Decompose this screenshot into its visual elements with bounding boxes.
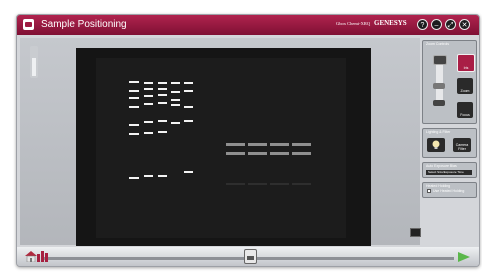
gel-band — [184, 90, 193, 92]
gel-band — [158, 102, 167, 104]
gel-band — [270, 143, 289, 146]
gel-band — [158, 82, 167, 84]
gel-band — [144, 132, 153, 134]
panel-title: Zoom Controls — [426, 42, 449, 46]
fullscreen-button[interactable] — [410, 228, 421, 237]
close-button[interactable]: ✕ — [459, 19, 470, 30]
gel-band — [171, 122, 180, 124]
gel-band — [144, 95, 153, 97]
minimize-button[interactable]: – — [431, 19, 442, 30]
light-button[interactable] — [427, 138, 445, 152]
sample-size-panel: Auto Exposure Bias Select Size/Exposure … — [422, 162, 477, 178]
gel-band — [144, 88, 153, 90]
gel-band — [129, 81, 139, 83]
panel-title: Auto Exposure Bias — [426, 164, 457, 168]
gel-band — [129, 97, 139, 99]
slider-top-knob[interactable] — [433, 55, 447, 65]
slider-handle[interactable] — [433, 83, 445, 89]
sample-size-select[interactable]: Select Size/Exposure Time — [426, 170, 472, 175]
camera-icon[interactable] — [244, 249, 257, 264]
gel-band — [129, 133, 139, 135]
gel-band — [292, 152, 311, 155]
gel-band — [270, 183, 289, 185]
tray-slider[interactable] — [30, 46, 38, 78]
gel-band — [184, 171, 193, 173]
gel-band — [144, 121, 153, 123]
gel-image — [96, 58, 346, 238]
chart-icon[interactable] — [37, 250, 49, 262]
focus-button[interactable]: Focus — [457, 102, 473, 118]
gel-band — [144, 175, 153, 177]
iris-button[interactable]: Iris — [457, 54, 475, 72]
gel-band — [144, 103, 153, 105]
gel-band — [171, 91, 180, 93]
gel-band — [171, 104, 180, 106]
gel-band — [158, 175, 167, 177]
gel-band — [226, 183, 245, 185]
product-name: Gbox Chemi-XRQ — [336, 21, 371, 26]
gel-band — [248, 143, 267, 146]
gel-band — [292, 143, 311, 146]
gel-band — [171, 82, 180, 84]
camera-filter-label: Camera Filter — [455, 143, 469, 151]
home-icon[interactable] — [24, 250, 38, 262]
maximize-button[interactable]: ⤢ — [445, 19, 456, 30]
help-button[interactable]: ? — [417, 19, 428, 30]
app-icon — [23, 19, 34, 30]
lighting-panel: Lighting & Filter Camera Filter — [422, 128, 477, 158]
heated-holding-panel: Heated Holding Use Heated Holding — [422, 182, 477, 198]
brand-logo: GENESYS — [374, 19, 407, 27]
application-window: Sample Positioning Gbox Chemi-XRQ GENESY… — [16, 14, 480, 267]
gel-band — [248, 183, 267, 185]
panel-title: Lighting & Filter — [426, 130, 451, 134]
focus-label: Focus — [460, 113, 470, 117]
heated-holding-label: Use Heated Holding — [433, 189, 465, 193]
gel-band — [129, 124, 139, 126]
gel-band — [270, 152, 289, 155]
title-bar: Sample Positioning Gbox Chemi-XRQ GENESY… — [17, 15, 479, 35]
tray-slider-handle[interactable] — [32, 58, 36, 76]
iris-label: Iris — [463, 66, 469, 70]
gel-band — [226, 143, 245, 146]
next-arrow-icon[interactable] — [458, 252, 470, 262]
zoom-focus-panel: Zoom Controls Iris Zoom Focus — [422, 40, 477, 124]
gel-band — [292, 183, 311, 185]
gel-band — [184, 82, 193, 84]
zoom-button[interactable]: Zoom — [457, 78, 473, 94]
gel-band — [158, 120, 167, 122]
gel-band — [158, 88, 167, 90]
gel-band — [129, 177, 139, 179]
control-sidebar: Zoom Controls Iris Zoom Focus Lighting &… — [422, 38, 477, 248]
gel-band — [158, 94, 167, 96]
window-title: Sample Positioning — [41, 19, 127, 30]
light-bulb-icon — [432, 140, 440, 149]
zoom-label: Zoom — [460, 89, 470, 93]
gel-band — [226, 152, 245, 155]
gel-band — [129, 106, 139, 108]
panel-title: Heated Holding — [426, 184, 451, 188]
bottom-bar — [17, 247, 479, 266]
gel-band — [248, 152, 267, 155]
slider-bottom-knob[interactable] — [433, 100, 445, 106]
preview-area — [20, 38, 421, 246]
gel-band — [184, 106, 193, 108]
gel-band — [158, 131, 167, 133]
camera-filter-button[interactable]: Camera Filter — [453, 138, 471, 152]
gel-band — [144, 82, 153, 84]
heated-holding-checkbox[interactable] — [427, 189, 431, 193]
gel-band — [171, 99, 180, 101]
gel-band — [129, 90, 139, 92]
gel-band — [184, 120, 193, 122]
